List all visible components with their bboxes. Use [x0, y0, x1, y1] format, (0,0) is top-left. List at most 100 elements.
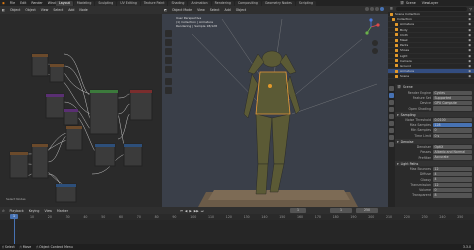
- play-icon[interactable]: ▶: [189, 209, 191, 213]
- property-value-field[interactable]: [433, 106, 472, 111]
- timeline-menu-keying[interactable]: Keying: [29, 209, 40, 213]
- tool-props-icon[interactable]: [389, 86, 394, 91]
- expand-arrow-icon[interactable]: ▾: [397, 113, 399, 117]
- node-menu-view[interactable]: View: [41, 8, 49, 12]
- property-value-field[interactable]: 12: [433, 182, 472, 187]
- viewport-menu-object[interactable]: Object: [236, 8, 246, 12]
- view-layer-name[interactable]: ViewLayer: [422, 1, 438, 5]
- visibility-eye-icon[interactable]: ◉: [468, 12, 471, 16]
- tab-geometry-nodes[interactable]: Geometry Nodes: [261, 0, 295, 6]
- visibility-eye-icon[interactable]: ◉: [468, 48, 471, 52]
- output-props-icon[interactable]: [389, 100, 394, 105]
- viewport-menu-add[interactable]: Add: [225, 8, 231, 12]
- rendered-shading-icon[interactable]: [380, 7, 384, 11]
- tab-scripting[interactable]: Scripting: [295, 0, 317, 6]
- visibility-eye-icon[interactable]: ◉: [468, 17, 471, 21]
- jump-end-icon[interactable]: ⏭: [201, 209, 204, 213]
- viewport-mode[interactable]: Object Mode: [172, 8, 192, 12]
- visibility-eye-icon[interactable]: ◉: [468, 59, 471, 63]
- node-editor[interactable]: ◧ Object Object View Select Add Node Sel…: [0, 6, 162, 207]
- tab-shading[interactable]: Shading: [168, 0, 188, 6]
- outliner[interactable]: ☰ ▽ Scene Collection ◉ Collection ◉ Armature…: [388, 6, 474, 84]
- node-editor-type-icon[interactable]: ◧: [2, 8, 5, 12]
- tab-rendering[interactable]: Rendering: [211, 0, 234, 6]
- expand-arrow-icon[interactable]: ▾: [397, 162, 399, 166]
- visibility-eye-icon[interactable]: ◉: [468, 22, 471, 26]
- viewport-type-icon[interactable]: ◩: [164, 8, 167, 12]
- view-layer-props-icon[interactable]: [389, 107, 394, 112]
- node-menu-select[interactable]: Select: [53, 8, 63, 12]
- timeline-menu-marker[interactable]: Marker: [57, 209, 68, 213]
- node-mode[interactable]: Object: [10, 8, 20, 12]
- scene-props-icon[interactable]: [389, 114, 394, 119]
- node-menu-add[interactable]: Add: [68, 8, 74, 12]
- node-graph[interactable]: [0, 14, 162, 207]
- render-props-icon[interactable]: [389, 93, 394, 98]
- end-frame-field[interactable]: 250: [356, 208, 378, 213]
- outliner-search-icon[interactable]: [395, 7, 467, 11]
- material-props-icon[interactable]: [389, 142, 394, 147]
- modifier-props-icon[interactable]: [389, 135, 394, 140]
- viewport-menu-view[interactable]: View: [197, 8, 205, 12]
- property-value-field[interactable]: 8: [433, 193, 472, 198]
- property-value-field[interactable]: 0: [433, 187, 472, 193]
- property-value-field[interactable]: Accurate: [433, 155, 472, 160]
- visibility-eye-icon[interactable]: ◉: [468, 33, 471, 37]
- node-menu-object[interactable]: Object: [25, 8, 35, 12]
- property-value-field[interactable]: GPU Compute: [433, 101, 472, 106]
- property-value-field[interactable]: Supported: [433, 95, 472, 101]
- next-key-icon[interactable]: ▶▶: [194, 209, 199, 213]
- visibility-eye-icon[interactable]: ◉: [468, 38, 471, 42]
- node-menu-node[interactable]: Node: [79, 8, 87, 12]
- expand-arrow-icon[interactable]: ▾: [397, 140, 399, 144]
- timeline-ruler[interactable]: 10 20 30 40 50 60 70 80 90 100 110 120 130 140 150 160 1…: [0, 214, 474, 244]
- property-value-field[interactable]: OptiX: [433, 144, 472, 150]
- timeline-menu-playback[interactable]: Playback: [10, 209, 24, 213]
- property-value-field[interactable]: 0.0100: [433, 117, 472, 122]
- property-value-field[interactable]: 12: [433, 166, 472, 172]
- tab-animation[interactable]: Animation: [188, 0, 211, 6]
- object-props-icon[interactable]: [389, 128, 394, 133]
- outliner-row[interactable]: Scene ◉: [388, 74, 474, 80]
- current-frame-field[interactable]: 1: [290, 208, 306, 213]
- tab-uv-editing[interactable]: UV Editing: [117, 0, 140, 6]
- visibility-eye-icon[interactable]: ◉: [468, 64, 471, 68]
- tab-modeling[interactable]: Modeling: [73, 0, 95, 6]
- viewport-menu-select[interactable]: Select: [210, 8, 220, 12]
- visibility-eye-icon[interactable]: ◉: [468, 69, 471, 73]
- viewport-shading-buttons[interactable]: [364, 7, 384, 13]
- tab-compositing[interactable]: Compositing: [234, 0, 261, 6]
- timeline-type-icon[interactable]: ⏱: [2, 209, 5, 213]
- timeline-menu-view[interactable]: View: [44, 209, 52, 213]
- property-value-field[interactable]: 128: [433, 122, 472, 128]
- property-value-field[interactable]: 0 s: [433, 133, 472, 138]
- property-value-field[interactable]: 4: [433, 172, 472, 177]
- material-shading-icon[interactable]: [375, 7, 379, 11]
- menu-edit[interactable]: Edit: [20, 1, 26, 5]
- world-props-icon[interactable]: [389, 121, 394, 126]
- visibility-eye-icon[interactable]: ◉: [468, 54, 471, 58]
- menu-file[interactable]: File: [10, 1, 15, 5]
- menu-render[interactable]: Render: [31, 1, 42, 5]
- property-value-field[interactable]: Albedo and Normal: [433, 150, 472, 155]
- outliner-type-icon[interactable]: ☰: [390, 7, 393, 11]
- timeline[interactable]: ⏱ Playback Keying View Marker ⏮ ◀ ▶ ▶▶ ⏭…: [0, 207, 474, 244]
- property-value-field[interactable]: Cycles: [433, 90, 472, 95]
- property-value-field[interactable]: 0: [433, 128, 472, 133]
- outliner-filter-icon[interactable]: ▽: [470, 7, 472, 11]
- property-value-field[interactable]: 4: [433, 177, 472, 182]
- tab-sculpting[interactable]: Sculpting: [95, 0, 117, 6]
- jump-start-icon[interactable]: ⏮: [180, 209, 183, 213]
- visibility-eye-icon[interactable]: ◉: [468, 28, 471, 32]
- properties-editor[interactable]: 🎬 Scene Render Engine Cycles Feature Set Su…: [388, 84, 474, 207]
- wireframe-shading-icon[interactable]: [365, 7, 369, 11]
- start-frame-field[interactable]: 1: [330, 208, 352, 213]
- visibility-eye-icon[interactable]: ◉: [468, 43, 471, 47]
- 3d-viewport[interactable]: ◩ Object Mode View Select Add Object Use…: [162, 6, 388, 207]
- solid-shading-icon[interactable]: [370, 7, 374, 11]
- blender-logo-icon[interactable]: ◉: [2, 1, 5, 5]
- visibility-eye-icon[interactable]: ◉: [468, 74, 471, 78]
- tab-layout[interactable]: Layout: [56, 0, 73, 6]
- tab-texture-paint[interactable]: Texture Paint: [140, 0, 168, 6]
- prev-key-icon[interactable]: ◀: [185, 209, 187, 213]
